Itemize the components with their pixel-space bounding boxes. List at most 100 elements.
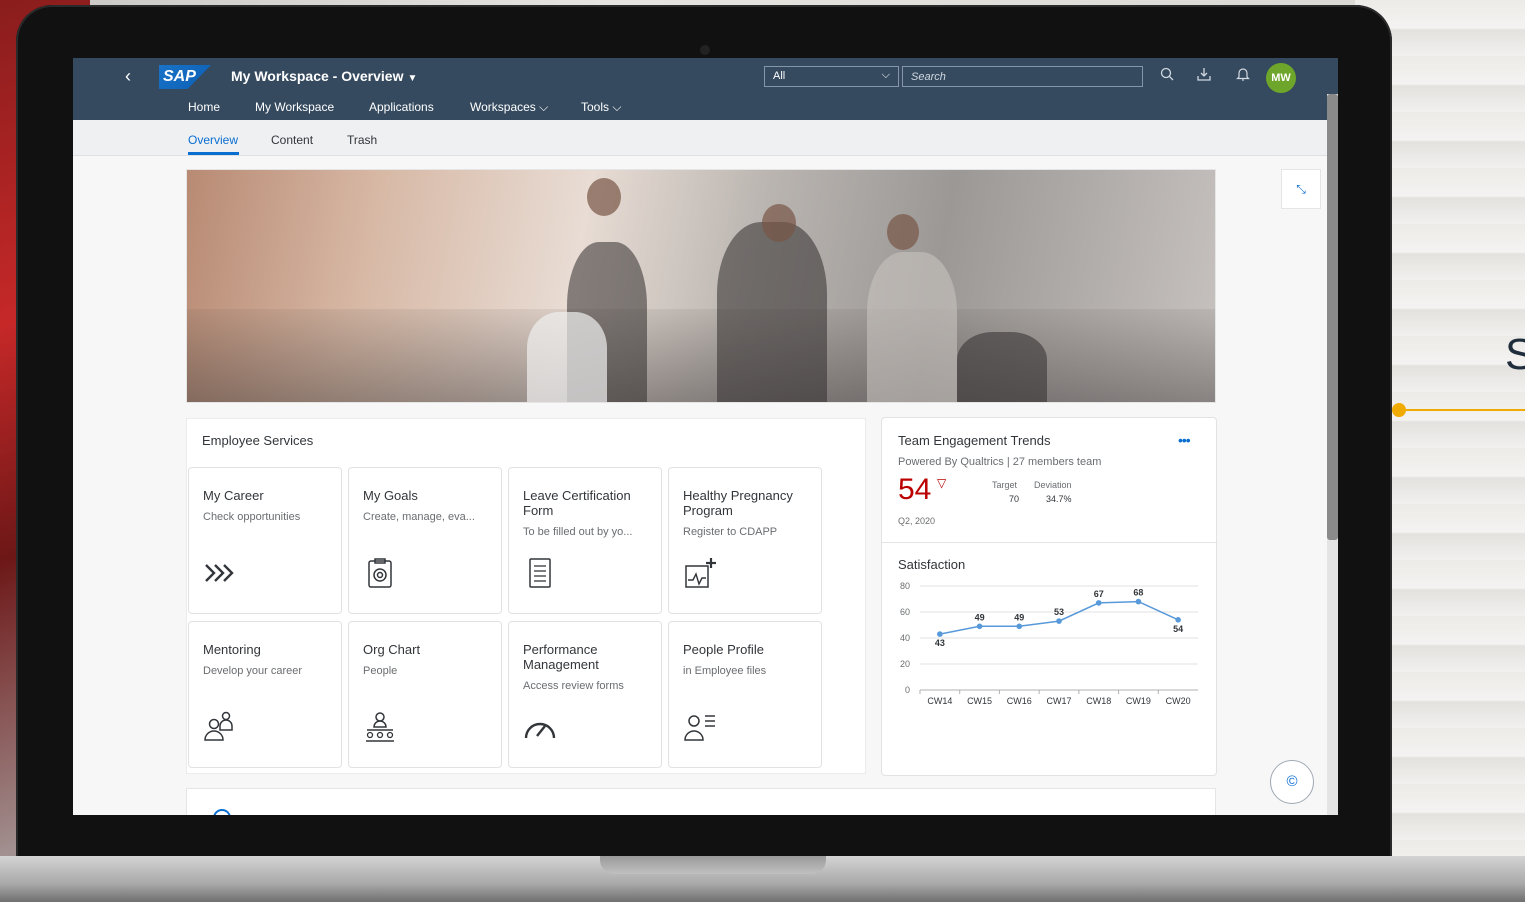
banner-person-head — [762, 204, 796, 242]
avatar[interactable]: MW — [1266, 63, 1296, 93]
tile-healthy-pregnancy-program[interactable]: Healthy Pregnancy Program Register to CD… — [668, 467, 822, 614]
tile-subtitle: in Employee files — [683, 665, 767, 677]
chevron-down-icon: ⌵ — [539, 100, 549, 114]
tab-content[interactable]: Content — [271, 133, 313, 147]
banner-image — [186, 169, 1216, 403]
subtab-bar: Overview Content Trash — [73, 120, 1338, 156]
x-tick-label: CW16 — [1007, 696, 1032, 706]
health-chart-icon — [685, 558, 716, 588]
data-label: 49 — [1014, 612, 1024, 622]
x-tick-label: CW18 — [1086, 696, 1111, 706]
data-label: 68 — [1133, 588, 1143, 598]
y-tick-label: 60 — [900, 607, 910, 617]
y-tick-label: 40 — [900, 633, 910, 643]
goals-clipboard-icon — [368, 558, 392, 588]
engagement-subtitle: Powered By Qualtrics | 27 members team — [898, 456, 1102, 468]
kpi-period: Q2, 2020 — [898, 516, 936, 526]
tile-subtitle: Create, manage, eva... — [363, 511, 475, 523]
app-title-menu[interactable]: My Workspace - Overview ▼ — [231, 68, 417, 84]
search-scope-value: All — [773, 70, 786, 82]
y-tick-label: 20 — [900, 659, 910, 669]
more-options-icon[interactable]: ••• — [1178, 432, 1191, 448]
tile-title: My Goals — [363, 488, 418, 503]
search-scope-select[interactable]: All ⌵ — [764, 66, 899, 87]
x-tick-label: CW20 — [1166, 696, 1191, 706]
nav-tools-label: Tools — [581, 100, 610, 114]
data-label: 43 — [935, 638, 945, 648]
data-point — [1175, 617, 1181, 623]
tile-my-goals[interactable]: My Goals Create, manage, eva... — [348, 467, 502, 614]
y-tick-label: 0 — [905, 685, 910, 695]
banner-person — [527, 312, 607, 402]
active-tab-indicator — [188, 152, 239, 155]
tab-trash[interactable]: Trash — [347, 133, 377, 147]
nav-home[interactable]: Home — [188, 100, 220, 114]
divider — [882, 542, 1218, 543]
data-point — [976, 623, 983, 630]
profile-icon — [684, 715, 715, 741]
tile-title: Performance Management — [523, 642, 599, 672]
data-point — [1056, 618, 1062, 624]
sap-logo[interactable]: SAP — [159, 65, 211, 89]
side-text: S — [1505, 330, 1525, 379]
nav-workspaces[interactable]: Workspaces ⌵ — [470, 100, 548, 115]
data-point — [1016, 623, 1023, 630]
customize-button[interactable]: ⤡ — [1281, 169, 1321, 209]
chevron-down-icon: ⌵ — [612, 100, 622, 114]
banner-person — [957, 332, 1047, 402]
tile-performance-management[interactable]: Performance Management Access review for… — [508, 621, 662, 768]
tile-title: People Profile — [683, 642, 764, 657]
laptop-camera — [700, 45, 710, 55]
back-button[interactable]: ‹ — [125, 66, 131, 87]
nav-workspaces-label: Workspaces — [470, 100, 536, 114]
tile-subtitle: Access review forms — [523, 680, 624, 692]
data-point — [937, 631, 943, 637]
banner-desk — [187, 309, 1215, 402]
data-point — [1135, 598, 1142, 605]
deviation-label: Deviation — [1034, 480, 1072, 490]
banner-person-head — [887, 214, 919, 250]
x-tick-label: CW15 — [967, 696, 992, 706]
tile-title: My Career — [203, 488, 264, 503]
deviation-value: 34.7% — [1046, 494, 1072, 504]
x-tick-label: CW14 — [927, 696, 952, 706]
side-connector-dot — [1392, 403, 1406, 417]
assistant-button[interactable]: © — [1270, 760, 1314, 804]
nav-my-workspace[interactable]: My Workspace — [255, 100, 334, 114]
tile-people-profile[interactable]: People Profile in Employee files — [668, 621, 822, 768]
nav-tools[interactable]: Tools ⌵ — [581, 100, 621, 115]
shell-bar: ‹ SAP My Workspace - Overview▼ All ⌵ MW … — [73, 58, 1338, 120]
search-input[interactable] — [902, 66, 1143, 87]
x-tick-label: CW19 — [1126, 696, 1151, 706]
team-engagement-card[interactable]: Team Engagement Trends ••• Powered By Qu… — [881, 417, 1218, 776]
satisfaction-chart: 0 20 40 60 80 CW14 CW15 CW16 CW17 CW18 CW19 CW20 43 4… — [900, 581, 1198, 706]
engagement-title: Team Engagement Trends — [898, 433, 1051, 448]
employee-services-title: Employee Services — [202, 433, 314, 448]
search-icon[interactable] — [1160, 67, 1174, 84]
tile-title: Healthy Pregnancy Program — [683, 488, 793, 518]
tile-my-career[interactable]: My Career Check opportunities — [188, 467, 342, 614]
employee-services-card: Employee Services My Career Check opport… — [186, 418, 866, 774]
tile-subtitle: People — [363, 665, 398, 677]
tile-subtitle: Register to CDAPP — [683, 526, 778, 538]
tile-subtitle: To be filled out by yo... — [523, 526, 633, 538]
satisfaction-title: Satisfaction — [898, 557, 966, 572]
tile-leave-certification-form[interactable]: Leave Certification Form To be filled ou… — [508, 467, 662, 614]
tile-title: Mentoring — [203, 642, 261, 657]
data-label: 49 — [975, 612, 985, 622]
tile-title: Org Chart — [363, 642, 421, 657]
data-label: 53 — [1054, 607, 1064, 617]
career-arrows-icon — [205, 564, 234, 582]
bell-icon[interactable] — [1236, 67, 1250, 84]
target-label: Target — [992, 480, 1018, 490]
scrollbar-thumb[interactable] — [1327, 94, 1338, 540]
data-label: 67 — [1094, 589, 1104, 599]
tab-overview[interactable]: Overview — [188, 133, 238, 147]
kpi-value: 54 — [898, 473, 932, 506]
tile-org-chart[interactable]: Org Chart People — [348, 621, 502, 768]
home-icon — [213, 809, 231, 815]
download-icon[interactable] — [1197, 67, 1211, 84]
tile-mentoring[interactable]: Mentoring Develop your career — [188, 621, 342, 768]
target-value: 70 — [1009, 494, 1020, 504]
nav-applications[interactable]: Applications — [369, 100, 434, 114]
